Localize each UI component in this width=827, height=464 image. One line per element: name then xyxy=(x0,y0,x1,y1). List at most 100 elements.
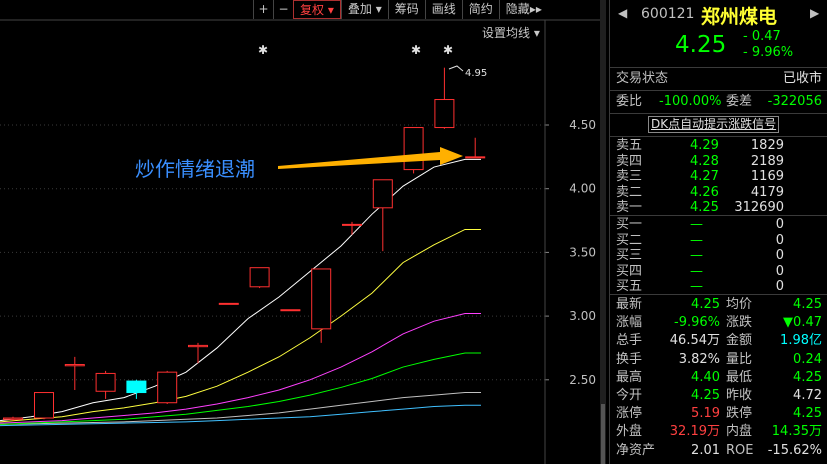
stat-value: 5.19 xyxy=(691,406,720,422)
buy-label: 买五 xyxy=(616,279,643,295)
stock-code: 600121 xyxy=(641,6,695,22)
next-stock-icon[interactable]: ▶ xyxy=(810,6,819,20)
double-chevron-right-icon: ▸▸ xyxy=(529,2,542,16)
annotation-arrow xyxy=(278,147,463,169)
weicha-label: 委差 xyxy=(726,94,753,109)
stat-row: 净资产 2.01 ROE -15.62% xyxy=(610,443,827,459)
zoom-out-button[interactable]: − xyxy=(273,0,293,19)
dk-signal-link[interactable]: DK点自动提示涨跌信号 xyxy=(648,116,780,133)
kline-chart[interactable]: 4.50 4.00 3.50 3.00 2.50 ✱ ✱ ✱ 4.95 炒作情绪退潮 + − 复权… xyxy=(0,0,606,464)
stat-row: 总手 46.54万 金额 1.98亿 xyxy=(610,333,827,349)
stat-row: 最新 4.25 均价 4.25 xyxy=(610,297,827,313)
stat-label: 今开 xyxy=(616,388,643,403)
price-change: - 0.47 xyxy=(743,29,781,44)
huaxian-button[interactable]: 画线 xyxy=(424,0,462,19)
stat-row: 换手 3.82% 量比 0.24 xyxy=(610,352,827,368)
sell-label: 卖五 xyxy=(616,138,643,153)
buy-label: 买四 xyxy=(616,263,643,279)
sell-row: 卖三 4.27 1169 xyxy=(610,169,827,185)
star-marker-icon: ✱ xyxy=(411,43,421,57)
stat-value: -9.96% xyxy=(674,315,720,331)
stat-label: 涨停 xyxy=(616,406,643,422)
sell-price: 4.25 xyxy=(690,200,719,216)
prev-stock-icon[interactable]: ◀ xyxy=(618,6,627,20)
stat-value: 2.01 xyxy=(691,442,720,458)
sell-row: 卖二 4.26 4179 xyxy=(610,185,827,201)
status-label: 交易状态 xyxy=(616,71,669,86)
buy-row: 买四 — 0 xyxy=(610,264,827,280)
sell-price: 4.29 xyxy=(690,138,719,153)
star-marker-icon: ✱ xyxy=(443,43,453,57)
chevron-down-icon: ▾ xyxy=(375,2,382,16)
candle-body xyxy=(403,127,424,171)
y-axis-tick-label: 2.50 xyxy=(569,373,596,387)
hide-button[interactable]: 隐藏▸▸ xyxy=(498,0,548,19)
stat-value: 4.25 xyxy=(793,297,822,312)
sell-label: 卖一 xyxy=(616,200,643,216)
scrollbar-thumb[interactable] xyxy=(601,404,605,464)
sell-row: 卖五 4.29 1829 xyxy=(610,138,827,154)
vertical-scrollbar[interactable] xyxy=(600,0,606,464)
jiangchou-button[interactable]: 简约 xyxy=(461,0,499,19)
buy-row: 买一 — 0 xyxy=(610,217,827,233)
chevron-down-icon: ▾ xyxy=(533,26,540,40)
stat-value: 0.24 xyxy=(793,351,822,367)
stat-label: 涨跌 xyxy=(726,315,753,331)
ma-setting-button[interactable]: 设置均线 ▾ xyxy=(482,24,540,41)
hide-label: 隐藏 xyxy=(505,2,530,16)
zoom-in-button[interactable]: + xyxy=(253,0,273,19)
stat-value: 4.25 xyxy=(691,388,720,403)
stat-label: 最高 xyxy=(616,369,643,385)
stat-value: 4.25 xyxy=(691,297,720,312)
stat-label: ROE xyxy=(726,442,754,458)
divider xyxy=(610,294,827,295)
stat-value: 4.25 xyxy=(793,369,822,385)
stat-row: 今开 4.25 昨收 4.72 xyxy=(610,388,827,404)
stock-header: ◀ 600121 郑州煤电 ▶ xyxy=(610,0,827,28)
diejia-button[interactable]: 叠加 ▾ xyxy=(340,0,388,19)
sell-label: 卖四 xyxy=(616,153,643,169)
stat-value: 3.82% xyxy=(678,351,720,367)
candle-body xyxy=(372,179,393,209)
candle-body xyxy=(126,380,147,394)
stat-label: 净资产 xyxy=(616,442,656,458)
candle-body xyxy=(218,302,239,305)
fuquan-button[interactable]: 复权 ▾ xyxy=(293,0,341,19)
stat-label: 最低 xyxy=(726,369,753,385)
divider xyxy=(610,90,827,91)
stat-label: 外盘 xyxy=(616,424,643,440)
buy-volume: 0 xyxy=(775,217,784,232)
stat-value: 1.98亿 xyxy=(780,333,822,349)
stat-row: 最高 4.40 最低 4.25 xyxy=(610,370,827,386)
sell-label: 卖三 xyxy=(616,169,643,185)
sell-price: 4.27 xyxy=(690,169,719,185)
ma5-line xyxy=(0,158,481,422)
quote-panel: ◀ 600121 郑州煤电 ▶ 4.25 - 0.47 - 9.96% 交易状态… xyxy=(609,0,827,464)
stat-value: 32.19万 xyxy=(669,424,720,440)
ma30-line xyxy=(0,352,481,425)
stat-label: 量比 xyxy=(726,351,753,367)
candle-body xyxy=(249,267,270,288)
chart-toolbar: + − 复权 ▾ 叠加 ▾ 筹码 画线 简约 隐藏▸▸ xyxy=(253,0,548,19)
stat-row: 外盘 32.19万 内盘 14.35万 xyxy=(610,424,827,440)
buy-volume: 0 xyxy=(775,263,784,279)
stat-label: 换手 xyxy=(616,351,643,367)
candle-body xyxy=(434,99,455,129)
divider xyxy=(610,67,827,68)
chouma-button[interactable]: 筹码 xyxy=(387,0,425,19)
candle-body xyxy=(280,309,301,312)
buy-price: — xyxy=(690,217,703,232)
candle-body xyxy=(465,156,486,159)
sell-volume: 2189 xyxy=(750,153,784,169)
buy-label: 买一 xyxy=(616,217,643,232)
stat-label: 最新 xyxy=(616,297,643,312)
candle-body xyxy=(188,344,208,348)
high-price-label: 4.95 xyxy=(465,68,487,79)
ma20-line xyxy=(0,313,481,424)
stat-label: 均价 xyxy=(726,297,753,312)
stat-row: 涨幅 -9.96% 涨跌 ▼0.47 xyxy=(610,315,827,331)
stat-label: 金额 xyxy=(726,333,753,349)
buy-volume: 0 xyxy=(775,279,784,295)
candle-body xyxy=(3,417,23,420)
stat-value: -15.62% xyxy=(767,442,822,458)
